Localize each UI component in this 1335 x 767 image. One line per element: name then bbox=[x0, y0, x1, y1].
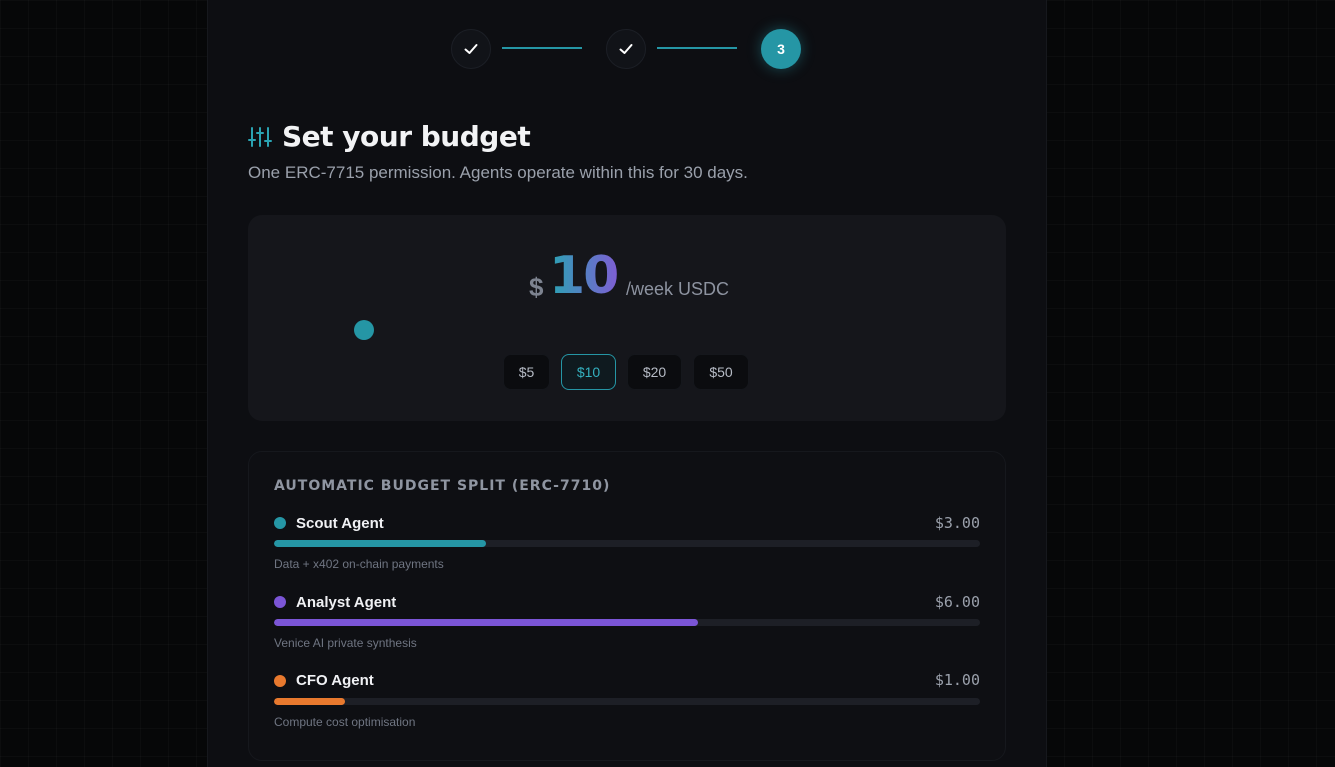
check-icon bbox=[619, 44, 633, 54]
currency-symbol: $ bbox=[529, 272, 544, 302]
step-connector-1 bbox=[502, 47, 582, 49]
step-3-active[interactable]: 3 bbox=[761, 29, 801, 69]
page-title: Set your budget bbox=[282, 120, 531, 153]
analyst-agent-dot bbox=[274, 596, 286, 608]
budget-card bbox=[248, 215, 1006, 421]
page-heading: Set your budget bbox=[248, 120, 531, 153]
cfo-agent-dot bbox=[274, 675, 286, 687]
analyst-agent-name: Analyst Agent bbox=[296, 594, 397, 611]
preset-5-button[interactable]: $5 bbox=[503, 354, 550, 390]
scout-agent-bar bbox=[274, 540, 980, 547]
preset-50-button[interactable]: $50 bbox=[693, 354, 749, 390]
analyst-agent-bar bbox=[274, 619, 980, 626]
cfo-agent-bar-fill bbox=[274, 698, 345, 705]
step-connector-2 bbox=[657, 47, 737, 49]
cfo-agent-description: Compute cost optimisation bbox=[274, 715, 416, 729]
page-subtitle: One ERC-7715 permission. Agents operate … bbox=[248, 163, 748, 182]
scout-agent-bar-fill bbox=[274, 540, 486, 547]
preset-10-button[interactable]: $10 bbox=[561, 354, 616, 390]
sliders-icon bbox=[248, 126, 272, 147]
analyst-agent-bar-fill bbox=[274, 619, 698, 626]
scout-agent-name: Scout Agent bbox=[296, 515, 384, 532]
budget-unit: /week USDC bbox=[626, 279, 730, 299]
cfo-agent-bar bbox=[274, 698, 980, 705]
scout-agent-description: Data + x402 on-chain payments bbox=[274, 557, 444, 571]
scout-agent-dot bbox=[274, 517, 286, 529]
split-title: AUTOMATIC BUDGET SPLIT (ERC-7710) bbox=[274, 478, 611, 494]
preset-20-button[interactable]: $20 bbox=[627, 354, 682, 390]
check-icon bbox=[464, 44, 478, 54]
budget-slider-handle[interactable] bbox=[354, 320, 374, 340]
analyst-agent-amount: $6.00 bbox=[934, 593, 980, 611]
budget-amount: 10 bbox=[549, 246, 619, 306]
analyst-agent-description: Venice AI private synthesis bbox=[274, 636, 417, 650]
step-2-complete[interactable] bbox=[606, 29, 646, 69]
step-3-number: 3 bbox=[777, 41, 785, 57]
step-1-complete[interactable] bbox=[451, 29, 491, 69]
cfo-agent-name: CFO Agent bbox=[296, 672, 374, 689]
scout-agent-amount: $3.00 bbox=[934, 514, 980, 532]
cfo-agent-amount: $1.00 bbox=[934, 671, 980, 689]
